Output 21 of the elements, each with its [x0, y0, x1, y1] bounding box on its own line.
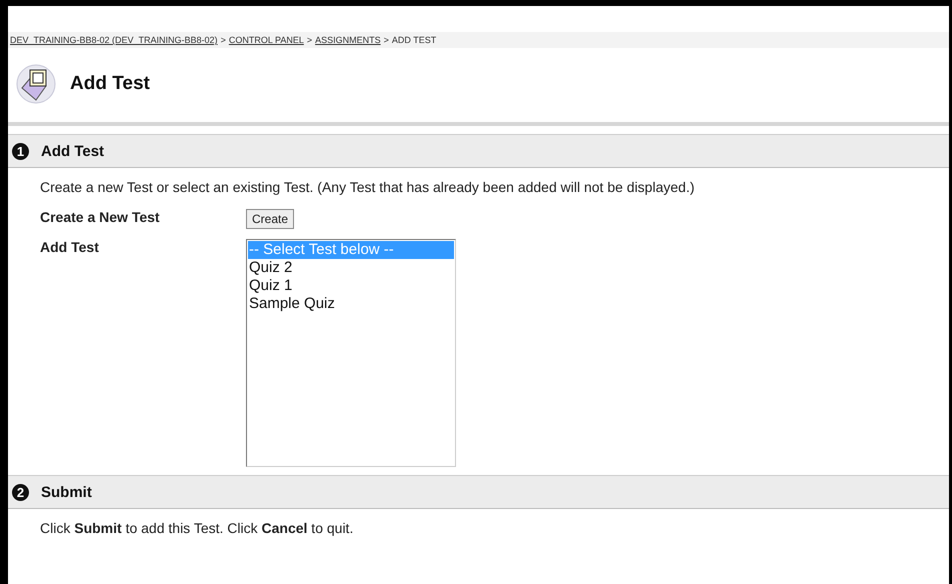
breadcrumb-separator: > [306, 35, 312, 45]
page-title: Add Test [70, 73, 150, 95]
test-listbox[interactable]: -- Select Test below -- Quiz 2 Quiz 1 Sample Quiz [246, 239, 456, 467]
list-option[interactable]: Quiz 2 [248, 259, 454, 277]
section-title: Add Test [41, 142, 104, 160]
field-label: Create a New Test [40, 209, 161, 225]
instructions: Create a new Test or select an existing Test. (Any Test that has already been added will not be displayed.) [39, 178, 696, 195]
list-option[interactable]: Sample Quiz [248, 295, 454, 313]
breadcrumb-link[interactable]: CONTROL PANEL [228, 35, 304, 45]
breadcrumb-link[interactable]: DEV_TRAINING-BB8-02 (DEV_TRAINING-BB8-02) [10, 35, 218, 45]
breadcrumb-separator: > [220, 35, 226, 45]
breadcrumb-current: ADD TEST [392, 35, 436, 45]
create-button[interactable]: Create [246, 209, 294, 229]
instructions: Click Submit to add this Test. Click Cancel to quit. [39, 519, 354, 536]
step-number: 1 [12, 142, 29, 160]
list-option[interactable]: Quiz 1 [248, 277, 454, 295]
breadcrumb-link[interactable]: ASSIGNMENTS [315, 35, 381, 45]
field-label: Add Test [40, 239, 100, 255]
step-number: 2 [12, 484, 29, 500]
section-title: Submit [41, 484, 92, 500]
breadcrumb-separator: > [384, 35, 389, 45]
